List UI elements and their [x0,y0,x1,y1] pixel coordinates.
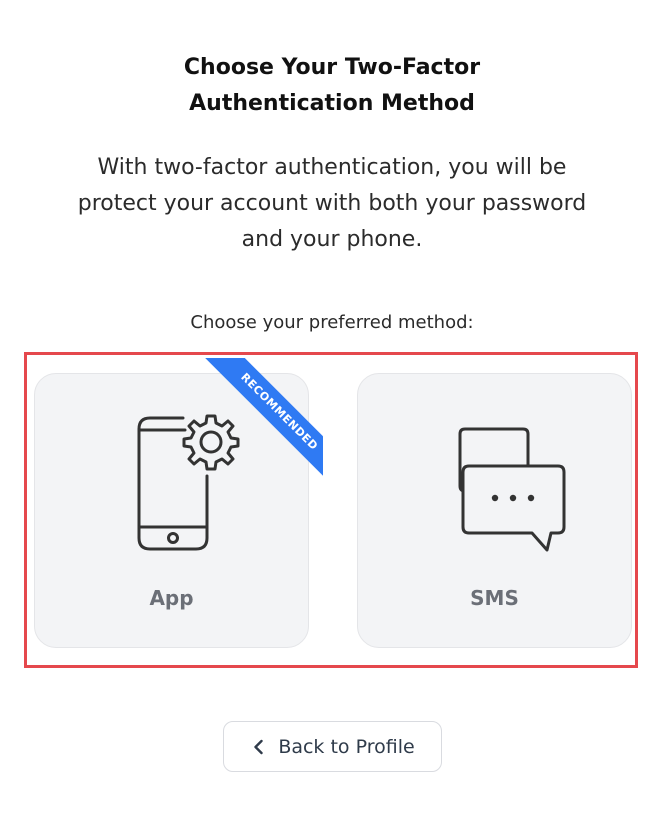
description-line-2: protect your account with both your pass… [77,191,587,216]
description-line-1: With two-factor authentication, you will… [97,155,567,180]
app-method-label: App [149,586,194,610]
back-to-profile-label: Back to Profile [278,735,415,758]
title-line-2: Authentication Method [189,91,475,116]
title-line-1: Choose Your Two-Factor [183,55,481,80]
sms-method-card[interactable]: SMS [357,373,632,648]
back-to-profile-button[interactable]: Back to Profile [223,721,442,772]
page-description: With two-factor authentication, you will… [30,150,634,258]
chevron-left-icon [254,739,264,754]
app-method-card[interactable]: App [34,373,309,648]
method-prompt: Choose your preferred method: [190,312,474,333]
description-line-3: and your phone. [241,227,423,252]
page-title: Choose Your Two-Factor Authentication Me… [0,50,664,122]
sms-method-label: SMS [470,586,519,610]
